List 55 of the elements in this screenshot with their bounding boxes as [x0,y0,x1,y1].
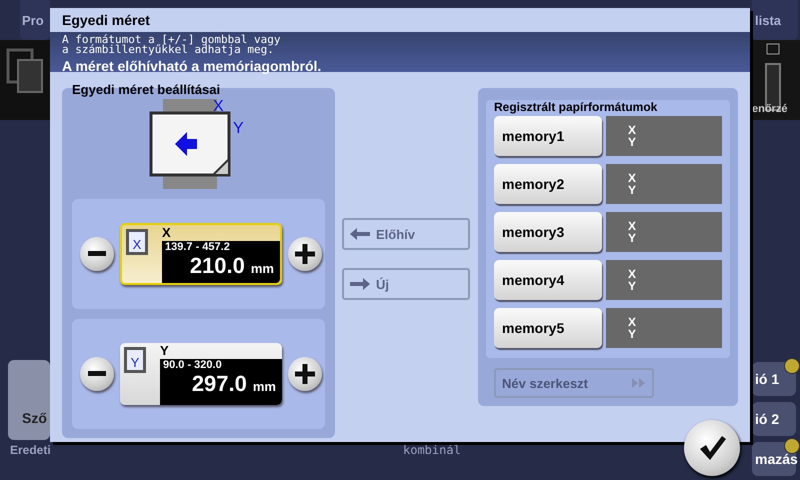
panel-title: Regisztrált papírformátumok [494,100,658,114]
y-axis-label: Y [232,120,244,137]
dimension-value: 210.0 [190,253,245,279]
x-label: X [628,172,638,184]
dimension-field[interactable]: X X 139.7 - 457.2 210.0 mm [120,223,282,285]
minus-icon [88,251,106,257]
memory-button[interactable]: memory5 [494,308,602,348]
hint-text: A méret előhívható a memóriagombról. [62,58,322,74]
y-label: Y [628,328,638,340]
minus-button[interactable] [80,237,114,271]
x-label: X [628,268,638,280]
memory-button[interactable]: memory4 [494,260,602,300]
unit-label: mm [250,261,274,276]
x-label: X [628,316,638,328]
memory-button[interactable]: memory3 [494,212,602,252]
unit-label: mm [252,379,276,394]
document-copy-icon [6,48,46,96]
function-label: kombinál [403,443,461,457]
y-label: Y [628,184,638,196]
original-type-tile[interactable]: Sző [8,360,50,440]
axis-label: Y [160,343,170,359]
x-label: X [628,124,638,136]
checkmark-icon [698,435,726,461]
instruction-text: A formátumot a [+/-] gombbal vagy [62,35,282,45]
axis-label: X [162,225,172,241]
x-axis-label: X [212,99,224,115]
double-arrow-icon [632,378,646,388]
menu-tab-button[interactable]: lista [752,0,798,40]
dimension-field[interactable]: Y Y 90.0 - 320.0 297.0 mm [120,343,282,405]
dimension-icon: Y [124,347,146,373]
status-label: enőrzé [752,103,788,115]
x-label: X [628,220,638,232]
y-label: Y [628,280,638,292]
plus-button[interactable] [288,357,322,391]
plus-icon [295,244,315,264]
dimension-icon: X [126,229,148,255]
instruction-text: a számbillentyűkkel adhatja meg. [62,45,274,55]
range-text: 90.0 - 320.0 [163,359,223,371]
range-text: 139.7 - 457.2 [165,241,231,253]
plus-button[interactable] [288,237,322,271]
y-label: Y [628,232,638,244]
dimension-value: 297.0 [192,371,247,397]
panel-title: Egyedi méret beállításai [72,82,222,97]
menu-tab-button[interactable]: Pro [20,0,50,40]
right-arrow-icon [350,278,370,290]
memory-button[interactable]: memory2 [494,164,602,204]
minus-button[interactable] [80,357,114,391]
side-button[interactable]: ió 2 [752,402,796,436]
left-arrow-icon [350,228,370,240]
y-label: Y [628,136,638,148]
plus-icon [295,364,315,384]
dialog-title: Egyedi méret [61,11,151,30]
minus-icon [88,371,106,377]
memory-button[interactable]: memory1 [494,116,602,156]
function-label: Eredeti [10,443,51,457]
